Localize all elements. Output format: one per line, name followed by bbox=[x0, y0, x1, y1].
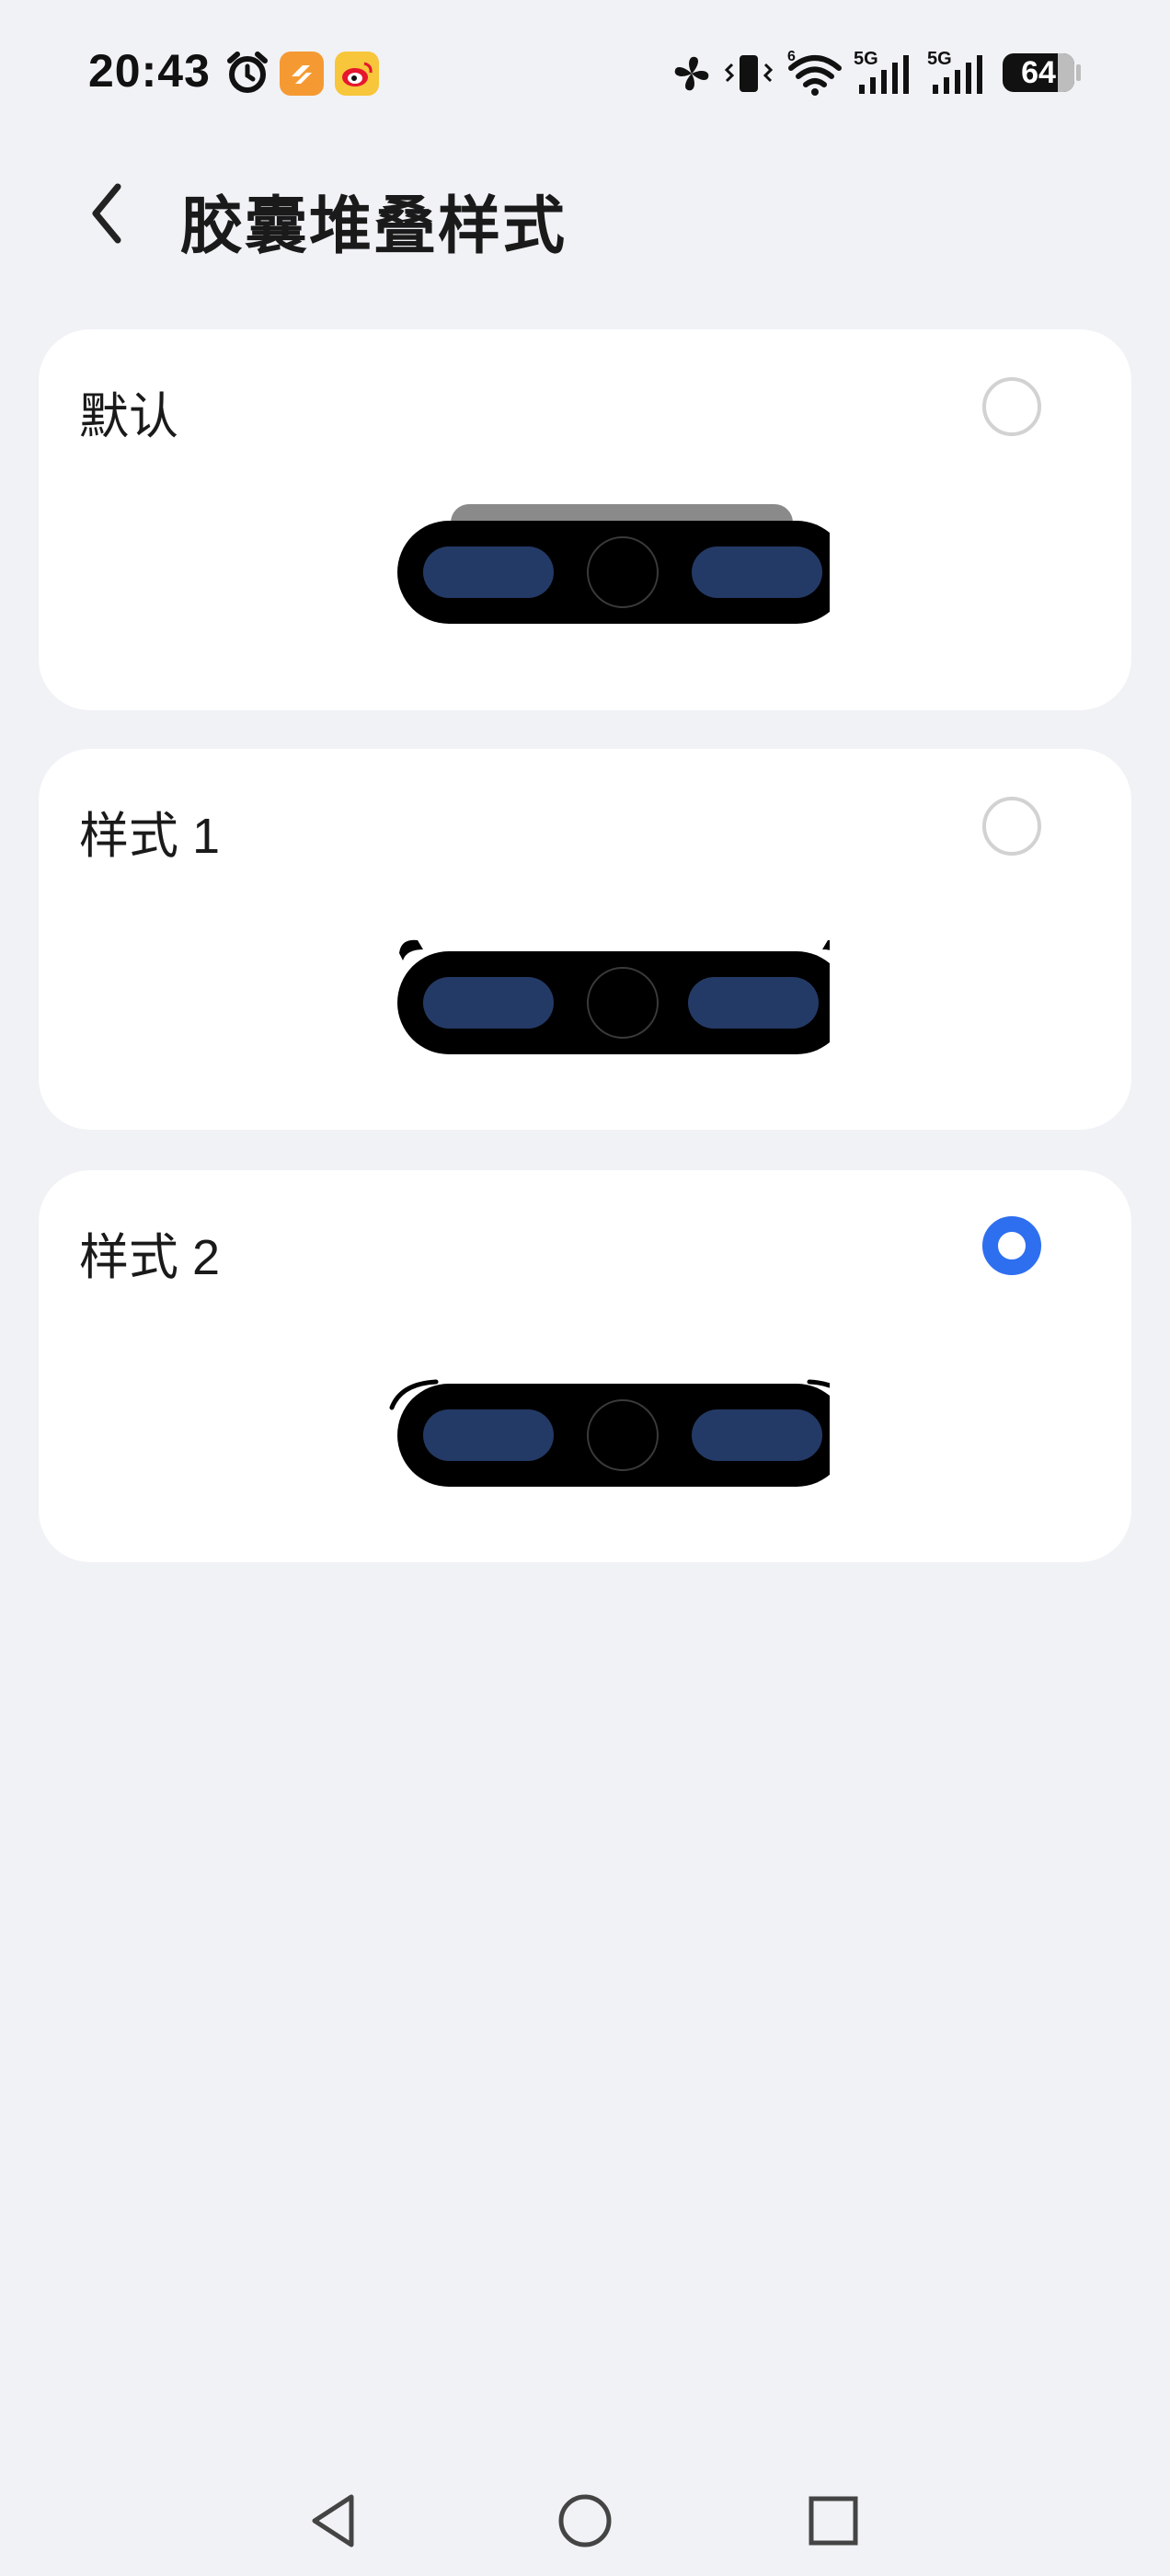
signal-label-1: 5G bbox=[854, 49, 878, 69]
option-label: 样式 1 bbox=[79, 809, 221, 864]
battery-level: 64 bbox=[1021, 55, 1056, 90]
nav-recents-icon bbox=[809, 2496, 858, 2546]
nav-recents-button[interactable] bbox=[797, 2484, 870, 2558]
capsule-preview-style2 bbox=[351, 1363, 856, 1511]
capsule-camera bbox=[587, 967, 659, 1039]
status-bar: 20:43 6 5G 5G 64 bbox=[0, 0, 1170, 138]
nav-back-icon bbox=[312, 2494, 354, 2547]
capsule-pill-right bbox=[688, 977, 819, 1029]
capsule-pill-left bbox=[423, 546, 554, 598]
capsule-pill-right bbox=[692, 546, 822, 598]
option-card-style1[interactable]: 样式 1 bbox=[39, 749, 1131, 1130]
capsule-pill-right bbox=[692, 1409, 822, 1461]
app-notification-icon bbox=[280, 52, 324, 96]
radio-style1[interactable] bbox=[982, 797, 1041, 856]
radio-style2[interactable] bbox=[982, 1216, 1041, 1275]
option-card-style2[interactable]: 样式 2 bbox=[39, 1170, 1131, 1562]
back-button[interactable] bbox=[88, 177, 143, 250]
option-label: 样式 2 bbox=[79, 1230, 221, 1285]
status-time: 20:43 bbox=[88, 45, 211, 97]
option-card-default[interactable]: 默认 bbox=[39, 329, 1131, 710]
capsule-camera bbox=[587, 1399, 659, 1471]
fan-icon bbox=[670, 52, 714, 100]
alarm-icon bbox=[224, 50, 270, 100]
capsule-pill-left bbox=[423, 977, 554, 1029]
nav-home-icon bbox=[558, 2494, 612, 2547]
weibo-icon bbox=[335, 52, 379, 96]
stack-indicator-right bbox=[822, 939, 846, 960]
signal-label-2: 5G bbox=[927, 49, 952, 69]
signal-5g-icon: 5G bbox=[927, 48, 990, 100]
battery-tip bbox=[1076, 64, 1081, 81]
wifi-label: 6 bbox=[787, 49, 796, 64]
capsule-preview-default bbox=[351, 504, 848, 651]
stack-indicator-left bbox=[399, 939, 423, 960]
signal-5g-icon: 5G bbox=[854, 48, 916, 100]
option-label: 默认 bbox=[79, 389, 178, 444]
wifi-icon: 6 bbox=[786, 46, 844, 100]
nav-back-button[interactable] bbox=[298, 2484, 372, 2558]
nav-home-button[interactable] bbox=[548, 2484, 622, 2558]
page-title: 胶囊堆叠样式 bbox=[180, 191, 568, 261]
battery-icon: 64 bbox=[1003, 53, 1074, 92]
back-arrow-icon bbox=[92, 183, 121, 244]
capsule-preview-style1 bbox=[351, 929, 848, 1076]
capsule-pill-left bbox=[423, 1409, 554, 1461]
capsule-camera bbox=[587, 536, 659, 608]
vibrate-icon bbox=[723, 52, 774, 100]
radio-default[interactable] bbox=[982, 377, 1041, 436]
